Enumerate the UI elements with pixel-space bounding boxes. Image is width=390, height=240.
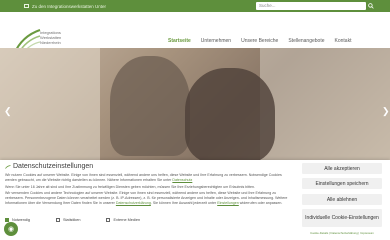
save-settings-button[interactable]: Einstellungen speichern — [302, 178, 382, 189]
category-externe-medien[interactable]: Externe Medien — [106, 218, 140, 222]
slider-next-icon[interactable]: ❯ — [382, 106, 390, 117]
cookie-paragraph: Wir verwenden Cookies und andere Technol… — [5, 190, 288, 206]
nav-item-startseite[interactable]: Startseite — [168, 38, 191, 44]
cookie-description: Wir nutzen Cookies auf unserer Website. … — [5, 173, 290, 208]
logo-line: Niederrhein — [40, 40, 61, 45]
cookie-paragraph-text: Wir nutzen Cookies auf unserer Website. … — [5, 173, 282, 183]
nav-item-stellenangebote[interactable]: Stellenangebote — [288, 38, 324, 44]
cookie-logo-icon — [5, 165, 11, 169]
category-statistiken[interactable]: Statistiken — [55, 218, 81, 222]
cookie-footer-links[interactable]: Cookie-Details | Datenschutzerklärung | … — [302, 231, 382, 235]
hero-person-left — [110, 56, 190, 156]
hero-person-right — [185, 68, 275, 160]
hero-image — [0, 48, 390, 160]
main-nav: Startseite Unternehmen Unsere Bereiche S… — [168, 38, 351, 44]
category-label: Externe Medien — [113, 218, 141, 222]
reject-all-button[interactable]: Alle ablehnen — [302, 194, 382, 205]
logo-text: Integrations Werkstatten Niederrhein — [40, 30, 61, 45]
search-button[interactable] — [366, 2, 376, 10]
cookie-settings-float-button[interactable]: ◉ — [4, 222, 18, 236]
individual-settings-button[interactable]: Individuelle Cookie-Einstellungen — [302, 209, 382, 227]
search-icon — [368, 3, 374, 9]
slider-prev-icon[interactable]: ❮ — [4, 106, 12, 117]
category-label: Notwendig — [12, 218, 30, 222]
privacy-link[interactable]: Datenschutz — [172, 178, 192, 182]
checkbox-externe-medien[interactable] — [106, 218, 111, 222]
privacy-policy-link[interactable]: Datenschutzerklärung — [116, 201, 151, 205]
hero-shape — [260, 48, 390, 160]
top-bar: Zu den Integrationswerkstatten Unter Suc… — [0, 0, 390, 12]
checkbox-statistiken[interactable] — [55, 218, 60, 222]
topbar-link-label: Zu den Integrationswerkstatten Unter — [32, 3, 107, 9]
cookie-paragraph: Wir nutzen Cookies auf unserer Website. … — [5, 173, 290, 184]
site-header: Integrations Werkstatten Niederrhein Sta… — [0, 12, 390, 55]
cookie-categories: Notwendig Statistiken Externe Medien — [5, 218, 290, 222]
nav-item-kontakt[interactable]: Kontakt — [335, 38, 352, 44]
topbar-link[interactable]: Zu den Integrationswerkstatten Unter — [24, 2, 106, 10]
cookie-banner: Datenschutzeinstellungen Wir nutzen Cook… — [0, 160, 390, 240]
accept-all-button[interactable]: Alle akzeptieren — [302, 163, 382, 174]
mail-icon — [24, 4, 29, 8]
fingerprint-icon: ◉ — [7, 226, 15, 233]
cookie-paragraph-text: Sie können Ihre Auswahl jederzeit unter — [152, 201, 217, 206]
category-label: Statistiken — [62, 218, 81, 222]
nav-item-unternehmen[interactable]: Unternehmen — [201, 38, 231, 44]
settings-link[interactable]: Einstellungen — [217, 201, 239, 205]
search-input[interactable]: Suche... — [256, 2, 366, 10]
cookie-title: Datenschutzeinstellungen — [13, 163, 94, 170]
cookie-paragraph-text: widerrufen oder anpassen. — [239, 201, 283, 206]
nav-item-bereiche[interactable]: Unsere Bereiche — [241, 38, 278, 44]
cookie-paragraph: Wenn Sie unter 16 Jahre alt sind und Ihr… — [5, 184, 256, 189]
hero-shape — [0, 48, 100, 160]
